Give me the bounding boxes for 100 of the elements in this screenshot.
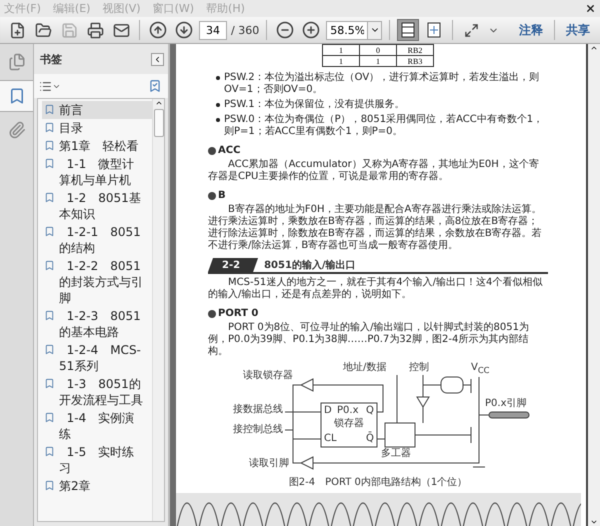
bookmark-item[interactable]: 1-1 微型计算机与单片机 [42, 155, 152, 189]
collapse-button[interactable] [151, 52, 164, 66]
bookmark-check-icon [148, 79, 162, 93]
bookmark-icon [44, 192, 55, 203]
section-heading: B [218, 190, 226, 201]
bookmark-icon [44, 260, 55, 271]
full-screen-icon [464, 22, 479, 38]
envelope-icon [112, 22, 130, 38]
arrow-up-icon [149, 21, 167, 39]
bookmark-item[interactable]: 前言 [42, 101, 152, 119]
diagram-label: CL [324, 434, 337, 444]
diagram-label: D [324, 406, 332, 416]
bookmark-item[interactable]: 目录 [42, 119, 152, 137]
bookmark-icon [44, 104, 55, 115]
bookmark-icon [44, 412, 55, 423]
bookmark-icon [44, 158, 55, 169]
bookmark-item[interactable]: 第1章 轻松看 [42, 137, 152, 155]
paperclip-icon [8, 121, 26, 139]
paragraph: MCS-51迷人的地方之一，就在于其有4个输入/输出口！这4个看似相似的输入/输出口，还是有点差异的，说明如下。 [208, 277, 544, 301]
heading-dot-icon [208, 146, 216, 154]
bookmark-icon [44, 122, 55, 133]
diagram-label: 控制 [409, 363, 429, 373]
diagram-label: P0.x [337, 406, 358, 416]
diagram-label: 多工器 [381, 449, 411, 459]
bookmark-icon [44, 140, 55, 151]
print-icon [86, 22, 104, 38]
bookmark-item[interactable]: 1-2-1 8051的结构 [42, 223, 152, 257]
table-cell: 1 [322, 44, 360, 56]
page-total: / 360 [231, 24, 260, 36]
figure-caption: 图2-4 PORT 0内部电路结构（1个位） [288, 476, 468, 489]
bullet-text: PSW.1：本位为保留位，没有提供服务。 [224, 99, 405, 111]
bookmark-item[interactable]: 1-2-3 8051的基本电路 [42, 307, 152, 341]
bookmark-item[interactable]: 1-2-2 8051的封装方式与引脚 [42, 257, 152, 307]
diagram-label: 接控制总线 [233, 425, 283, 435]
fit-page-icon [401, 22, 416, 38]
table-cell: 1 [322, 56, 360, 66]
open-file-icon [34, 22, 52, 38]
toolbar-button[interactable] [147, 19, 169, 41]
bookmark-icon [44, 480, 55, 491]
save-icon [60, 22, 78, 38]
scroll-thumb[interactable] [154, 109, 164, 137]
table-cell: RB2 [396, 44, 434, 56]
zoom-in-icon [302, 21, 320, 39]
scrollbar[interactable] [152, 99, 164, 521]
create-pdf-icon [8, 22, 26, 38]
section-title: 8051的输入/输出口 [264, 258, 356, 272]
bookmark-item[interactable]: 1-2 8051基本知识 [42, 189, 152, 223]
bookmark-icon [44, 378, 55, 389]
bullet-text: PSW.2：本位为溢出标志位（OV），进行算术运算时，若发生溢出，则OV=1；否则OV=0。 [224, 72, 540, 96]
bullet-icon [216, 118, 220, 122]
diagram-label: V$_{CC}$ [471, 363, 490, 375]
heading-dot-icon [208, 310, 216, 318]
arrow-down-icon [175, 21, 193, 39]
bullet-icon [216, 76, 220, 80]
page-number-field[interactable]: 34 [199, 20, 227, 40]
diagram-label: 读取锁存器 [243, 371, 293, 381]
section-heading: ACC [218, 145, 240, 156]
scroll-up-icon[interactable] [154, 99, 162, 107]
diagram-label: P0.x引脚 [485, 399, 526, 409]
bookmark-item[interactable]: 1-5 实时练习 [42, 443, 152, 477]
bookmark-item[interactable]: 1-2-4 MCS-51系列 [42, 341, 152, 375]
pages-icon [8, 53, 26, 71]
list-icon [39, 80, 52, 92]
zoom-field[interactable]: 58.5% [326, 20, 368, 40]
paragraph: ACC累加器（Accumulator）又称为A寄存器，其地址为E0H，这个寄存器是CPU主要操作的位置，可说是最常用的寄存器。 [208, 159, 540, 183]
diagram-label: Q̄ [366, 434, 374, 444]
section-number: 2-2 [208, 258, 258, 272]
section-heading: PORT 0 [218, 308, 258, 319]
paragraph: B寄存器的地址为F0H，主要功能是配合A寄存器进行乘法或除法运算。进行乘法运算时，乘数放在B寄存器，而运算的结果，高8位放在B寄存器；进行除法运算时，除数放在B寄存器，而运算的结果，余数放在B寄存器。若不进行乘/除法运算，B寄存器也可当成一般寄存器使用。 [208, 204, 543, 252]
panel-title: 书签 [40, 52, 62, 66]
table-cell: 0 [360, 44, 396, 56]
collapse-icon [153, 54, 162, 64]
bookmark-item[interactable]: 1-3 8051的开发流程与工具 [42, 375, 152, 409]
bullet-text: PSW.0：本位为奇偶位（P），8051采用偶同位，若ACC中有奇数个1，则P=1；若ACC里有偶数个1，则P=0。 [224, 114, 544, 138]
view-button[interactable] [397, 19, 420, 41]
bullet-icon [216, 103, 220, 107]
nav-tab[interactable] [0, 80, 33, 112]
scroll-up-icon[interactable] [590, 44, 598, 52]
table-cell: RB3 [396, 56, 434, 66]
zoom-out-icon [276, 21, 294, 39]
pane-link[interactable]: 注释 [515, 22, 547, 38]
close-icon[interactable] [585, 3, 596, 14]
diagram-label: 地址/数据 [343, 363, 386, 373]
bookmark-icon [44, 310, 55, 321]
diagram-label: 锁存器 [334, 419, 364, 429]
paragraph: PORT 0为8位、可位寻址的输入/输出端口，以针脚式封装的8051为例，P0.0为39脚、P0.1为38脚……P0.7为32脚，图2-4所示为其内部结构。 [208, 322, 530, 358]
diagram-label: 读取引脚 [249, 459, 289, 469]
diagram-label: 接数据总线 [233, 405, 283, 415]
table-cell: 1 [360, 56, 396, 66]
bookmark-icon [44, 446, 55, 457]
toolbar-button[interactable] [173, 19, 195, 41]
scroll-down-icon[interactable] [590, 518, 598, 526]
heading-dot-icon [208, 192, 216, 200]
diagram-label: Q [366, 406, 374, 416]
bookmark-item[interactable]: 第2章 [42, 477, 152, 495]
pane-link[interactable]: 共享 [562, 22, 594, 38]
scrollbar[interactable] [588, 44, 600, 526]
bookmark-icon [44, 226, 55, 237]
bookmark-icon [44, 344, 55, 355]
bookmark-item[interactable]: 1-4 实例演练 [42, 409, 152, 443]
